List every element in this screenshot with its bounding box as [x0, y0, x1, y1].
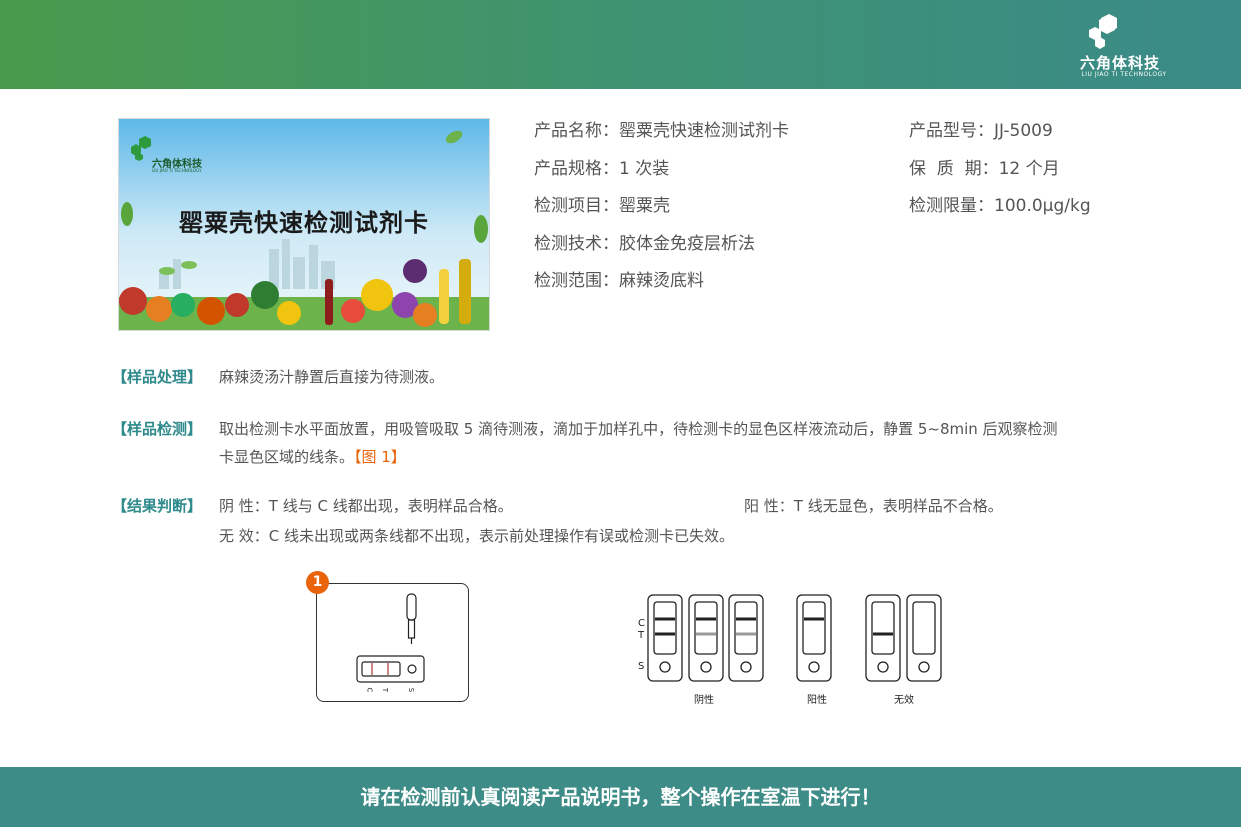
fig1-label-t: T — [381, 687, 390, 693]
prep-label: 【样品处理】 — [112, 368, 203, 386]
hexagon-logo-icon — [1089, 14, 1117, 49]
brand-name-en: LIU JIAO TI TECHNOLOGY — [1081, 71, 1167, 78]
info-test-scope: 检测范围：麻辣烫底料 — [534, 271, 704, 291]
result-invalid: 无 效：C 线未出现或两条线都不出现，表示前处理操作有误或检测卡已失效。 — [219, 527, 735, 545]
test-text-line2: 卡显色区域的线条。【图 1】 — [219, 446, 406, 467]
result-positive: 阳 性：T 线无显色，表明样品不合格。 — [744, 497, 1003, 515]
info-test-item: 检测项目：罂粟壳 — [534, 196, 670, 216]
fig2-label-c: C — [638, 618, 645, 629]
fig1-label-c: C — [365, 687, 374, 693]
info-test-tech: 检测技术：胶体金免疫层析法 — [534, 234, 755, 254]
prep-text: 麻辣烫汤汁静置后直接为待测液。 — [219, 368, 445, 386]
test-text-line2-body: 卡显色区域的线条。 — [219, 448, 355, 466]
info-product-spec: 产品规格：1 次装 — [534, 159, 670, 179]
brand-name-cn: 六角体科技 — [1079, 54, 1160, 72]
result-label: 【结果判断】 — [112, 497, 203, 515]
caption-invalid: 无效 — [894, 695, 914, 706]
caption-negative: 阴性 — [694, 695, 714, 706]
result-negative: 阴 性：T 线与 C 线都出现，表明样品合格。 — [219, 497, 513, 515]
header-bar: 六角体科技 LIU JIAO TI TECHNOLOGY — [0, 0, 1241, 89]
fig1-label-s: S — [407, 687, 416, 693]
test-label: 【样品检测】 — [112, 420, 203, 438]
figure-1-dropper: C T S — [316, 583, 469, 702]
product-image: 六角体科技 LIU JIAO TI TECHNOLOGY 罂粟壳快速检测试剂卡 — [118, 118, 490, 331]
figure-2-results: C T S 阴性 阳性 无效 — [630, 590, 950, 710]
footer-notice: 请在检测前认真阅读产品说明书，整个操作在室温下进行！ — [360, 785, 881, 809]
product-image-brand-en: LIU JIAO TI TECHNOLOGY — [152, 168, 202, 173]
figure-reference: 【图 1】 — [354, 448, 406, 466]
dropper-card-illustration — [356, 593, 425, 683]
fig2-label-s: S — [638, 661, 645, 672]
info-product-name: 产品名称：罂粟壳快速检测试剂卡 — [534, 121, 789, 141]
product-image-title: 罂粟壳快速检测试剂卡 — [179, 209, 429, 237]
figure-1-number-badge: 1 — [306, 571, 329, 594]
caption-positive: 阳性 — [807, 695, 827, 706]
info-shelf-life: 保 质 期：12 个月 — [909, 159, 1060, 179]
fig2-label-t: T — [638, 630, 645, 641]
info-limit: 检测限量：100.0μg/kg — [909, 196, 1091, 216]
footer-bar: 请在检测前认真阅读产品说明书，整个操作在室温下进行！ — [0, 767, 1241, 827]
test-text-line1: 取出检测卡水平面放置，用吸管吸取 5 滴待测液，滴加于加样孔中，待检测卡的显色区… — [219, 420, 1058, 438]
info-model: 产品型号：JJ-5009 — [909, 121, 1053, 141]
brand-logo: 六角体科技 LIU JIAO TI TECHNOLOGY — [1061, 14, 1179, 78]
